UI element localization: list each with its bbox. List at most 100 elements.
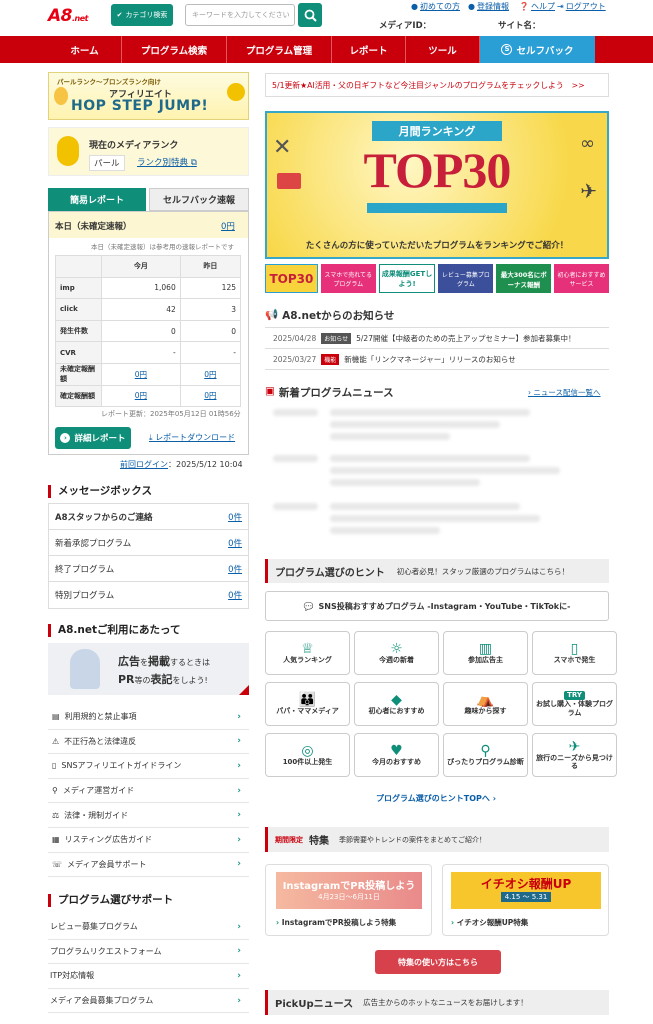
hint-weekly-new[interactable]: ☼ 今週の新着 bbox=[354, 631, 439, 675]
mini-banner-top30[interactable]: TOP30 bbox=[265, 264, 318, 293]
hint-monthly-pick[interactable]: ♥ 今月のおすすめ bbox=[354, 733, 439, 777]
last-login-link[interactable]: 前回ログイン bbox=[120, 460, 168, 469]
nav-program-management[interactable]: プログラム管理 bbox=[227, 36, 332, 63]
mini-banner-reward[interactable]: 成果報酬GETしよう! bbox=[378, 264, 436, 293]
message-row-staff[interactable]: A8スタッフからのご連絡 0件 bbox=[49, 504, 248, 530]
reward-up-card-label: › イチオシ報酬UP特集 bbox=[451, 917, 528, 928]
special-howto-button[interactable]: 特集の使い方はこちら bbox=[375, 950, 501, 974]
search-button[interactable] bbox=[298, 3, 322, 27]
new-badge-icon: ☼ bbox=[390, 640, 403, 657]
hint-label: 100件以上発生 bbox=[282, 757, 333, 766]
today-value-link[interactable]: 0円 bbox=[221, 220, 235, 232]
mini-banner-bonus[interactable]: 最大300名にボーナス報酬 bbox=[496, 264, 552, 293]
special-card-reward-up[interactable]: イチオシ報酬UP 4.15 〜 5.31 › イチオシ報酬UP特集 bbox=[442, 864, 609, 936]
row-yesterday-value: 3 bbox=[179, 298, 242, 321]
message-label: A8スタッフからのご連絡 bbox=[55, 512, 153, 523]
sns-program-button[interactable]: 💬 SNS投稿おすすめプログラム -Instagram・YouTube・TikTo… bbox=[265, 591, 609, 621]
nav-selfback-label: セルフバック bbox=[516, 45, 574, 57]
hint-diagnosis[interactable]: ⚲ ぴったりプログラム診断 bbox=[443, 733, 528, 777]
bee-mascot-icon bbox=[57, 136, 79, 166]
mini-banner-review[interactable]: レビュー募集プログラム bbox=[438, 264, 494, 293]
message-box: A8スタッフからのご連絡 0件 新着承認プログラム 0件 終了プログラム 0件 特別プ… bbox=[48, 503, 249, 609]
hint-beginner[interactable]: ◆ 初心者におすすめ bbox=[354, 682, 439, 726]
media-id-label: メディアID： bbox=[379, 21, 432, 31]
hint-smartphone[interactable]: ▯ スマホで発生 bbox=[532, 631, 617, 675]
usage-link-listing[interactable]: ▦ リスティング広告ガイド › bbox=[48, 828, 249, 853]
hint-hobby[interactable]: ⛺ 趣味から探す bbox=[443, 682, 528, 726]
report-download-link[interactable]: ⤓ レポートダウンロード bbox=[149, 432, 235, 443]
keyword-search-input[interactable]: キーワードを入力してください bbox=[185, 4, 295, 26]
top30-ranking-banner[interactable]: 月間ランキング TOP30 ✕ ∞ ✈ たくさんの方に使っていただいたプログラム… bbox=[265, 111, 609, 259]
usage-link-support[interactable]: ☏ メディア会員サポート › bbox=[48, 853, 249, 878]
special-card-instagram[interactable]: InstagramでPR投稿しよう 4月23日〜6月11日 › Instagram… bbox=[265, 864, 432, 936]
hint-label: ぴったりプログラム診断 bbox=[447, 757, 524, 766]
update-notice-bar[interactable]: 5/1更新★AI活用・父の日ギフトなど今注目ジャンルのプログラムをチェックしよう… bbox=[265, 73, 609, 97]
rank-benefit-link[interactable]: ランク別特典 ⧉ bbox=[137, 156, 197, 168]
corner-triangle-icon bbox=[239, 685, 249, 695]
news-item[interactable]: 2025/04/28 お知らせ 5/27開催【中級者のための売上アップセミナー】参加… bbox=[265, 328, 609, 349]
hint-top-link[interactable]: プログラム選びのヒントTOPへ › bbox=[376, 793, 496, 804]
simple-report-panel: 本日（未確定速報） 0円 本日（未確定速報）は参考用の速報レポートです 今月 昨日… bbox=[48, 211, 249, 455]
first-time-link[interactable]: ● 初めての方 bbox=[411, 1, 460, 12]
category-search-label: カテゴリ検索 bbox=[125, 11, 168, 19]
message-count-link[interactable]: 0件 bbox=[228, 511, 242, 523]
nav-program-search[interactable]: プログラム検索 bbox=[122, 36, 227, 63]
usage-link-sns[interactable]: ▯ SNSアフィリエイトガイドライン › bbox=[48, 754, 249, 779]
a8-logo[interactable]: A8.net bbox=[48, 6, 88, 26]
instagram-banner-title: InstagramでPR投稿しよう bbox=[282, 881, 416, 892]
hint-trial[interactable]: TRY お試し購入・体験プログラム bbox=[532, 682, 617, 726]
usage-link-fraud[interactable]: ⚠ 不正行為と法律違反 › bbox=[48, 730, 249, 755]
logout-label: ログアウト bbox=[565, 2, 606, 11]
unconfirmed-yesterday-link[interactable]: 0円 bbox=[204, 370, 216, 379]
help-link[interactable]: ❓ ヘルプ bbox=[519, 1, 555, 12]
hint-100plus[interactable]: ◎ 100件以上発生 bbox=[265, 733, 350, 777]
confirmed-month-link[interactable]: 0円 bbox=[135, 391, 147, 400]
nav-home[interactable]: ホーム bbox=[48, 36, 122, 63]
usage-link-terms[interactable]: ▤ 利用規約と禁止事項 › bbox=[48, 705, 249, 730]
row-label: imp bbox=[55, 276, 102, 300]
instagram-label-text: InstagramでPR投稿しよう特集 bbox=[281, 918, 397, 927]
news-item[interactable]: 2025/03/27 機能 新機能「リンクマネージャー」リリースのお知らせ bbox=[265, 349, 609, 370]
message-count-link[interactable]: 0件 bbox=[228, 589, 242, 601]
registration-link[interactable]: ● 登録情報 bbox=[468, 1, 509, 12]
nav-tools[interactable]: ツール bbox=[406, 36, 480, 63]
pr-notice-banner[interactable]: 広告を掲載するときは PR等の表記をしよう! bbox=[48, 643, 249, 695]
hint-advertisers[interactable]: ▥ 参加広告主 bbox=[443, 631, 528, 675]
hint-travel[interactable]: ✈ 旅行のニーズから見つける bbox=[532, 733, 617, 777]
hint-popular-ranking[interactable]: ♕ 人気ランキング bbox=[265, 631, 350, 675]
unconfirmed-month-link[interactable]: 0円 bbox=[135, 370, 147, 379]
support-link-member[interactable]: メディア会員募集プログラム › bbox=[48, 989, 249, 1014]
nav-report[interactable]: レポート bbox=[332, 36, 406, 63]
usage-link-media-guide[interactable]: ⚲ メディア運営ガイド › bbox=[48, 779, 249, 804]
message-row-ended[interactable]: 終了プログラム 0件 bbox=[49, 556, 248, 582]
category-search-button[interactable]: ✔ カテゴリ検索 bbox=[111, 4, 173, 26]
building-icon: ▥ bbox=[478, 640, 493, 657]
message-row-approved[interactable]: 新着承認プログラム 0件 bbox=[49, 530, 248, 556]
logout-link[interactable]: ⇥ ログアウト bbox=[557, 1, 606, 12]
hint-parent-media[interactable]: 👪 パパ・ママメディア bbox=[265, 682, 350, 726]
chevron-right-icon: › bbox=[237, 970, 241, 981]
mini-banner-smartphone[interactable]: スマホで売れてるプログラム bbox=[320, 264, 376, 293]
chevron-circle-icon: › bbox=[451, 918, 455, 927]
support-link-review[interactable]: レビュー募集プログラム › bbox=[48, 915, 249, 940]
message-count-link[interactable]: 0件 bbox=[228, 563, 242, 575]
message-row-special[interactable]: 特別プログラム 0件 bbox=[49, 582, 248, 608]
support-link-itp[interactable]: ITP対応情報 › bbox=[48, 964, 249, 989]
tab-simple-report[interactable]: 簡易レポート bbox=[48, 188, 146, 211]
usage-link-law[interactable]: ⚖ 法律・規制ガイド › bbox=[48, 803, 249, 828]
support-link-request[interactable]: プログラムリクエストフォーム › bbox=[48, 940, 249, 965]
mini-banner-strip: TOP30 スマホで売れてるプログラム 成果報酬GETしよう! レビュー募集プロ… bbox=[265, 264, 609, 293]
sunglasses-icon: ∞ bbox=[580, 133, 595, 154]
nav-selfback[interactable]: S セルフバック bbox=[480, 36, 595, 63]
message-count-link[interactable]: 0件 bbox=[228, 537, 242, 549]
crown-icon: ♕ bbox=[301, 640, 314, 657]
table-row: 確定報酬額 0円 0円 bbox=[55, 384, 242, 408]
news-feed-link[interactable]: › ニュース配信一覧へ bbox=[528, 387, 601, 398]
detail-report-button[interactable]: › 詳細レポート bbox=[55, 427, 131, 449]
hop-step-jump-banner[interactable]: パールランク〜ブロンズランク向け アフィリエイト HOP STEP JUMP! bbox=[48, 72, 249, 120]
tab-selfback-report[interactable]: セルフバック速報 bbox=[149, 188, 249, 211]
instagram-card-label: › InstagramでPR投稿しよう特集 bbox=[276, 917, 396, 928]
user-icon: ● bbox=[468, 2, 475, 11]
confirmed-yesterday-link[interactable]: 0円 bbox=[204, 391, 216, 400]
mini-banner-beginner[interactable]: 初心者におすすめサービス bbox=[554, 264, 609, 293]
